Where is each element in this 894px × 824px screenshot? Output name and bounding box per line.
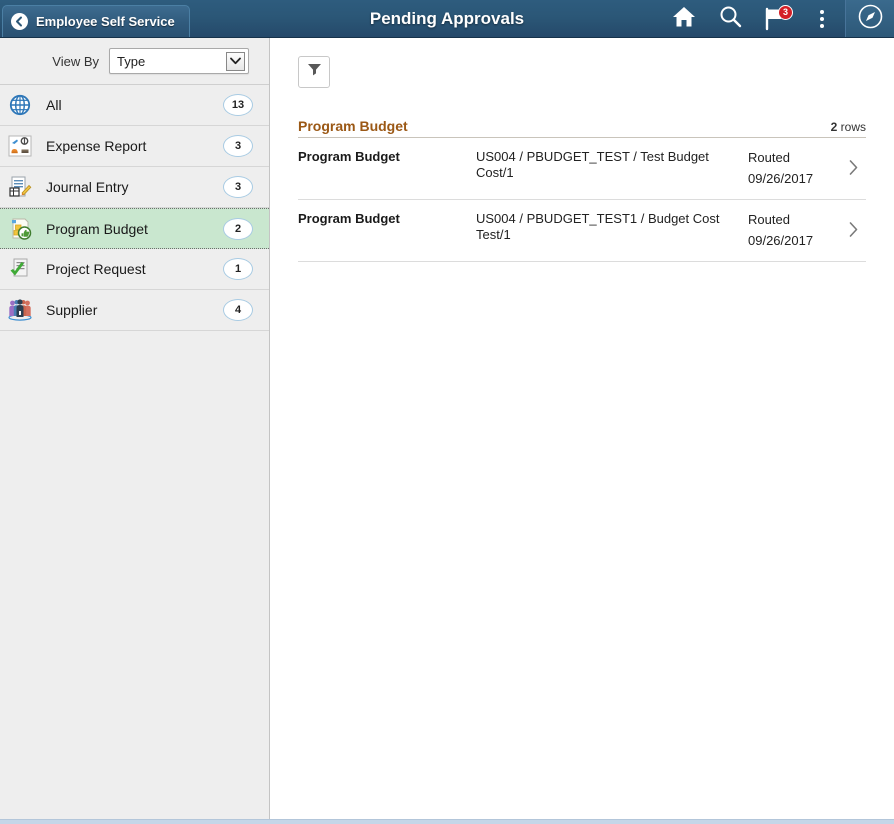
- sidebar-item-count: 13: [223, 94, 253, 116]
- kebab-menu-icon: [820, 10, 824, 28]
- funnel-filter-icon: [307, 62, 322, 82]
- sidebar-item-project-request[interactable]: Project Request 1: [0, 249, 269, 290]
- page-body: View By Type: [0, 38, 894, 819]
- chevron-right-icon[interactable]: [840, 160, 866, 175]
- sidebar-item-label: Supplier: [46, 302, 223, 318]
- row-status-date: 09/26/2017: [748, 168, 840, 189]
- filter-button[interactable]: [298, 56, 330, 88]
- compass-icon: [858, 4, 883, 34]
- back-button[interactable]: Employee Self Service: [2, 5, 190, 37]
- footer-bar: [0, 819, 894, 824]
- sidebar-item-label: Journal Entry: [46, 179, 223, 195]
- approval-grid: Program Budget US004 / PBUDGET_TEST / Te…: [298, 138, 866, 262]
- row-status: Routed 09/26/2017: [748, 146, 840, 189]
- sidebar-item-label: Project Request: [46, 261, 223, 277]
- row-status-text: Routed: [748, 147, 840, 168]
- view-by-selected-value: Type: [117, 54, 145, 69]
- sidebar-item-count: 2: [223, 218, 253, 240]
- sidebar-item-label: All: [46, 97, 223, 113]
- row-description: US004 / PBUDGET_TEST1 / Budget Cost Test…: [476, 208, 748, 243]
- view-by-select[interactable]: Type: [109, 48, 249, 74]
- row-type: Program Budget: [298, 146, 476, 164]
- app-header: Employee Self Service Pending Approvals: [0, 0, 894, 38]
- flag-icon: 3: [763, 7, 789, 31]
- sidebar-item-journal-entry[interactable]: Journal Entry 3: [0, 167, 269, 208]
- sidebar-item-count: 3: [223, 135, 253, 157]
- row-count-unit: rows: [841, 120, 866, 134]
- chevron-down-icon: [226, 52, 245, 71]
- sidebar-item-count: 3: [223, 176, 253, 198]
- row-count-number: 2: [831, 120, 838, 134]
- actions-menu-button[interactable]: [799, 0, 845, 38]
- home-icon: [672, 6, 696, 33]
- sidebar-item-count: 4: [223, 299, 253, 321]
- sidebar-item-program-budget[interactable]: Program Budget 2: [0, 208, 269, 249]
- supplier-icon: [6, 296, 34, 324]
- table-row[interactable]: Program Budget US004 / PBUDGET_TEST / Te…: [298, 138, 866, 200]
- project-request-icon: [6, 255, 34, 283]
- grid-title: Program Budget: [298, 118, 408, 134]
- grid-header: Program Budget 2 rows: [298, 118, 866, 138]
- sidebar-item-expense-report[interactable]: Expense Report 3: [0, 126, 269, 167]
- journal-entry-icon: [6, 173, 34, 201]
- table-row[interactable]: Program Budget US004 / PBUDGET_TEST1 / B…: [298, 200, 866, 262]
- sidebar: View By Type: [0, 38, 270, 819]
- row-count: 2 rows: [831, 120, 866, 134]
- row-status-text: Routed: [748, 209, 840, 230]
- row-status: Routed 09/26/2017: [748, 208, 840, 251]
- chevron-right-icon[interactable]: [840, 222, 866, 237]
- navbar-button[interactable]: [845, 0, 894, 38]
- notifications-button[interactable]: 3: [753, 0, 799, 38]
- view-by-row: View By Type: [0, 38, 269, 85]
- back-button-label: Employee Self Service: [36, 14, 175, 29]
- notifications-badge: 3: [778, 5, 793, 20]
- main-content: Program Budget 2 rows Program Budget US0…: [270, 38, 894, 819]
- globe-icon: [6, 91, 34, 119]
- sidebar-item-label: Program Budget: [46, 221, 223, 237]
- sidebar-item-label: Expense Report: [46, 138, 223, 154]
- view-by-label: View By: [52, 54, 99, 69]
- search-icon: [719, 5, 742, 33]
- approval-type-list: All 13 Expense Rep: [0, 85, 269, 331]
- sidebar-item-supplier[interactable]: Supplier 4: [0, 290, 269, 331]
- search-button[interactable]: [707, 0, 753, 38]
- row-description: US004 / PBUDGET_TEST / Test Budget Cost/…: [476, 146, 748, 181]
- chevron-left-circle-icon: [11, 13, 28, 30]
- row-status-date: 09/26/2017: [748, 230, 840, 251]
- sidebar-item-all[interactable]: All 13: [0, 85, 269, 126]
- home-button[interactable]: [661, 0, 707, 38]
- program-budget-icon: [6, 215, 34, 243]
- expense-report-icon: [6, 132, 34, 160]
- sidebar-item-count: 1: [223, 258, 253, 280]
- header-icon-group: 3: [661, 0, 894, 38]
- row-type: Program Budget: [298, 208, 476, 226]
